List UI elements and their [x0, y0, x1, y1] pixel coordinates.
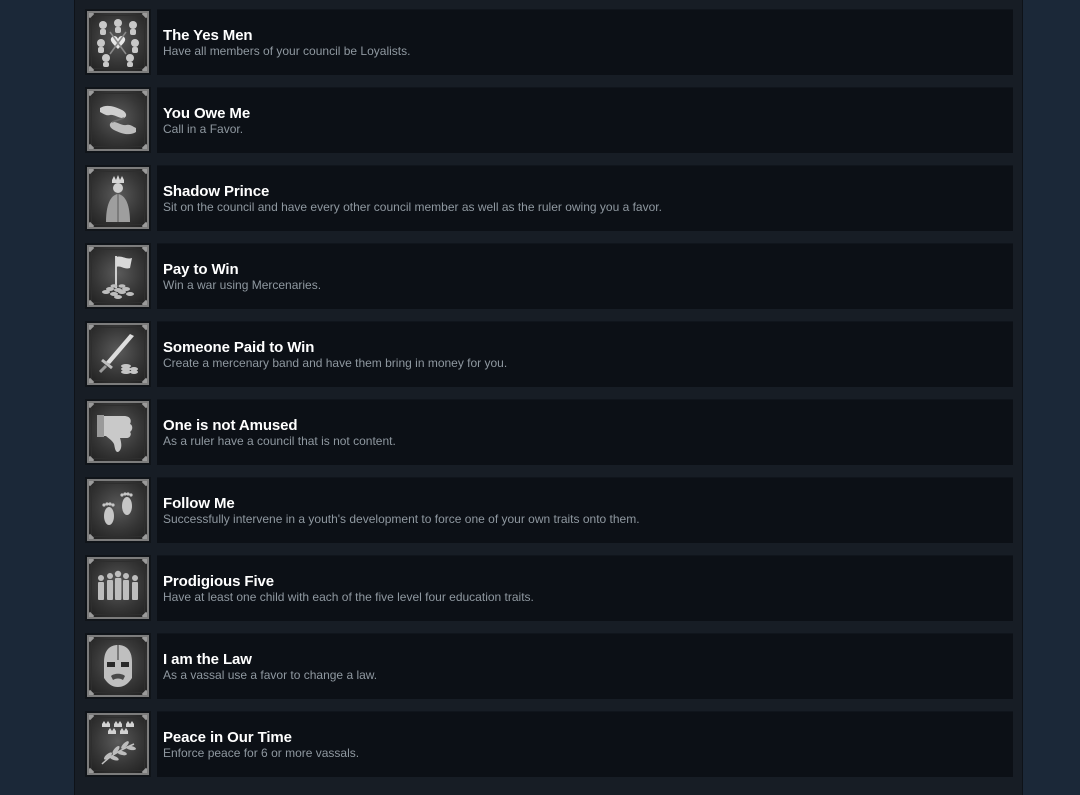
- achievement-icon-container: [85, 477, 151, 543]
- achievement-title: Peace in Our Time: [163, 729, 292, 746]
- achievement-icon-container: [85, 555, 151, 621]
- achievement-row[interactable]: One is not Amused As a ruler have a coun…: [85, 399, 1013, 465]
- achievement-text: One is not Amused As a ruler have a coun…: [157, 399, 1013, 465]
- five-figures-icon: [87, 557, 149, 619]
- helmet-mask-icon: [87, 635, 149, 697]
- achievement-row[interactable]: The Yes Men Have all members of your cou…: [85, 9, 1013, 75]
- achievement-icon-container: [85, 711, 151, 777]
- achievement-title: One is not Amused: [163, 417, 298, 434]
- thumbs-down-icon: [87, 401, 149, 463]
- achievement-icon-container: [85, 633, 151, 699]
- achievement-row[interactable]: Follow Me Successfully intervene in a yo…: [85, 477, 1013, 543]
- achievement-row[interactable]: Pay to Win Win a war using Mercenaries.: [85, 243, 1013, 309]
- sword-coins-icon: [87, 323, 149, 385]
- achievement-description: Have at least one child with each of the…: [163, 590, 534, 604]
- footprints-icon: [87, 479, 149, 541]
- achievement-icon-container: [85, 399, 151, 465]
- achievement-text: Prodigious Five Have at least one child …: [157, 555, 1013, 621]
- achievement-title: Someone Paid to Win: [163, 339, 315, 356]
- achievement-description: As a ruler have a council that is not co…: [163, 434, 396, 448]
- achievement-row[interactable]: Peace in Our Time Enforce peace for 6 or…: [85, 711, 1013, 777]
- achievement-row[interactable]: Someone Paid to Win Create a mercenary b…: [85, 321, 1013, 387]
- achievement-title: Shadow Prince: [163, 183, 270, 200]
- achievement-row[interactable]: I am the Law As a vassal use a favor to …: [85, 633, 1013, 699]
- achievement-icon-container: [85, 165, 151, 231]
- achievement-description: Successfully intervene in a youth's deve…: [163, 512, 640, 526]
- achievement-title: You Owe Me: [163, 105, 251, 122]
- achievement-row[interactable]: You Owe Me Call in a Favor.: [85, 87, 1013, 153]
- council-faces-icon: [87, 11, 149, 73]
- achievement-title: Pay to Win: [163, 261, 239, 278]
- achievement-icon-container: [85, 9, 151, 75]
- achievement-description: Call in a Favor.: [163, 122, 244, 136]
- handshake-icon: [87, 89, 149, 151]
- achievement-text: I am the Law As a vassal use a favor to …: [157, 633, 1013, 699]
- achievement-text: You Owe Me Call in a Favor.: [157, 87, 1013, 153]
- achievement-text: The Yes Men Have all members of your cou…: [157, 9, 1013, 75]
- olive-branch-crowns-icon: [87, 713, 149, 775]
- achievement-description: Win a war using Mercenaries.: [163, 278, 322, 292]
- achievement-row[interactable]: Shadow Prince Sit on the council and hav…: [85, 165, 1013, 231]
- achievement-title: The Yes Men: [163, 27, 253, 44]
- flag-coins-icon: [87, 245, 149, 307]
- achievement-icon-container: [85, 243, 151, 309]
- achievement-text: Shadow Prince Sit on the council and hav…: [157, 165, 1013, 231]
- achievement-description: As a vassal use a favor to change a law.: [163, 668, 378, 682]
- achievement-icon-container: [85, 321, 151, 387]
- achievement-row[interactable]: Prodigious Five Have at least one child …: [85, 555, 1013, 621]
- achievement-description: Have all members of your council be Loya…: [163, 44, 411, 58]
- achievement-title: Prodigious Five: [163, 573, 275, 590]
- achievement-text: Follow Me Successfully intervene in a yo…: [157, 477, 1013, 543]
- crowned-figure-icon: [87, 167, 149, 229]
- achievement-description: Enforce peace for 6 or more vassals.: [163, 746, 360, 760]
- achievement-title: I am the Law: [163, 651, 252, 668]
- achievement-description: Create a mercenary band and have them br…: [163, 356, 508, 370]
- achievement-title: Follow Me: [163, 495, 235, 512]
- achievement-description: Sit on the council and have every other …: [163, 200, 662, 214]
- achievement-text: Pay to Win Win a war using Mercenaries.: [157, 243, 1013, 309]
- achievement-text: Someone Paid to Win Create a mercenary b…: [157, 321, 1013, 387]
- achievement-text: Peace in Our Time Enforce peace for 6 or…: [157, 711, 1013, 777]
- achievement-icon-container: [85, 87, 151, 153]
